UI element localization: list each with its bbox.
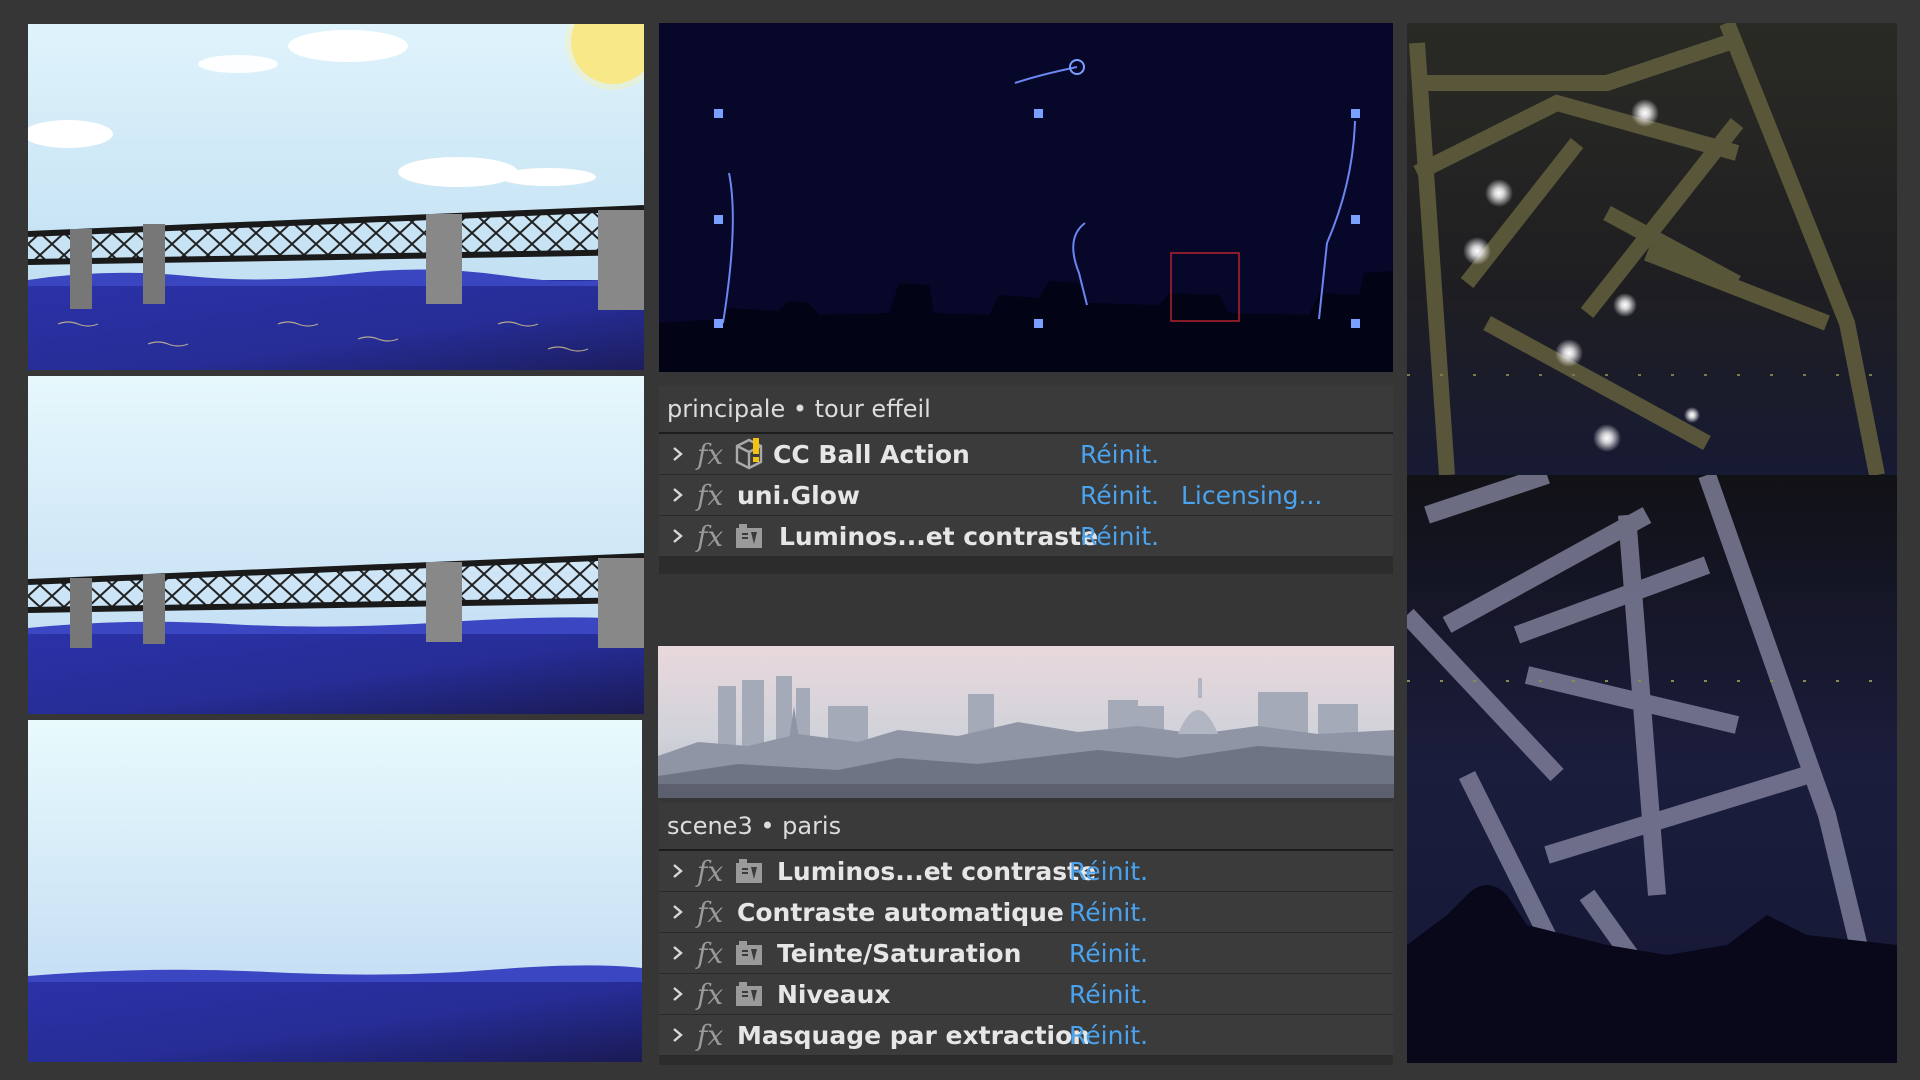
chevron-right-icon[interactable] — [667, 484, 689, 506]
licensing-link[interactable]: Licensing... — [1181, 481, 1322, 510]
effects-panel-principale: principale • tour effeil fx CC Ball Acti… — [659, 386, 1393, 574]
preset-effect-icon — [731, 976, 767, 1012]
effect-label: CC Ball Action — [773, 439, 970, 469]
fx-icon[interactable]: fx — [697, 978, 731, 1011]
preview-frame-tower-night — [1407, 475, 1897, 1063]
reset-link[interactable]: Réinit. — [1080, 481, 1159, 510]
chevron-right-icon[interactable] — [667, 860, 689, 882]
effect-label: Luminos...et contraste — [779, 521, 1099, 551]
fx-icon[interactable]: fx — [697, 1019, 731, 1052]
effect-label: Luminos...et contraste — [777, 856, 1097, 886]
chevron-right-icon[interactable] — [667, 901, 689, 923]
effect-row-cc-ball-action[interactable]: fx CC Ball Action Réinit. — [659, 434, 1393, 475]
effect-row-luminosite-contraste[interactable]: fx Luminos...et contraste Réinit. — [659, 516, 1393, 557]
effects-panel-scene3: scene3 • paris fx Luminos...et contraste… — [659, 803, 1393, 1065]
preview-frame-tower-lights — [1407, 23, 1897, 475]
preview-frame-river — [28, 720, 642, 1062]
effect-row-teinte-saturation[interactable]: fx Teinte/Saturation Réinit. — [659, 933, 1393, 974]
preview-frame-night-motion[interactable] — [659, 23, 1393, 372]
effect-row-masquage-par-extraction[interactable]: fx Masquage par extraction Réinit. — [659, 1015, 1393, 1056]
chevron-right-icon[interactable] — [667, 443, 689, 465]
reset-link[interactable]: Réinit. — [1069, 980, 1148, 1009]
preview-frame-paris-skyline — [658, 646, 1394, 798]
fx-icon[interactable]: fx — [697, 520, 731, 553]
chevron-right-icon[interactable] — [667, 1024, 689, 1046]
fx-icon[interactable]: fx — [697, 438, 731, 471]
effect-label: uni.Glow — [737, 480, 861, 510]
preview-frame-bridge-2 — [28, 376, 644, 714]
fx-icon[interactable]: fx — [697, 896, 731, 929]
effect-label: Contraste automatique — [737, 897, 1064, 927]
preview-frame-bridge-1 — [28, 24, 644, 370]
reset-link[interactable]: Réinit. — [1069, 939, 1148, 968]
reset-link[interactable]: Réinit. — [1069, 1021, 1148, 1050]
reset-link[interactable]: Réinit. — [1080, 522, 1159, 551]
fx-icon[interactable]: fx — [697, 479, 731, 512]
effect-label: Teinte/Saturation — [777, 938, 1022, 968]
fx-icon[interactable]: fx — [697, 937, 731, 970]
chevron-right-icon[interactable] — [667, 983, 689, 1005]
effect-row-uni-glow[interactable]: fx uni.Glow Réinit. Licensing... — [659, 475, 1393, 516]
reset-link[interactable]: Réinit. — [1069, 898, 1148, 927]
plugin-warning-icon — [731, 436, 767, 472]
preset-effect-icon — [731, 935, 767, 971]
effect-label: Niveaux — [777, 979, 891, 1009]
fx-icon[interactable]: fx — [697, 855, 731, 888]
preset-effect-icon — [731, 518, 767, 554]
effect-row-niveaux[interactable]: fx Niveaux Réinit. — [659, 974, 1393, 1015]
chevron-right-icon[interactable] — [667, 525, 689, 547]
effect-row-luminosite-contraste[interactable]: fx Luminos...et contraste Réinit. — [659, 851, 1393, 892]
reset-link[interactable]: Réinit. — [1069, 857, 1148, 886]
panel-title: principale • tour effeil — [659, 386, 1393, 434]
effect-row-contraste-automatique[interactable]: fx Contraste automatique Réinit. — [659, 892, 1393, 933]
preset-effect-icon — [731, 853, 767, 889]
effect-label: Masquage par extraction — [737, 1020, 1091, 1050]
reset-link[interactable]: Réinit. — [1080, 440, 1159, 469]
panel-title: scene3 • paris — [659, 803, 1393, 851]
chevron-right-icon[interactable] — [667, 942, 689, 964]
